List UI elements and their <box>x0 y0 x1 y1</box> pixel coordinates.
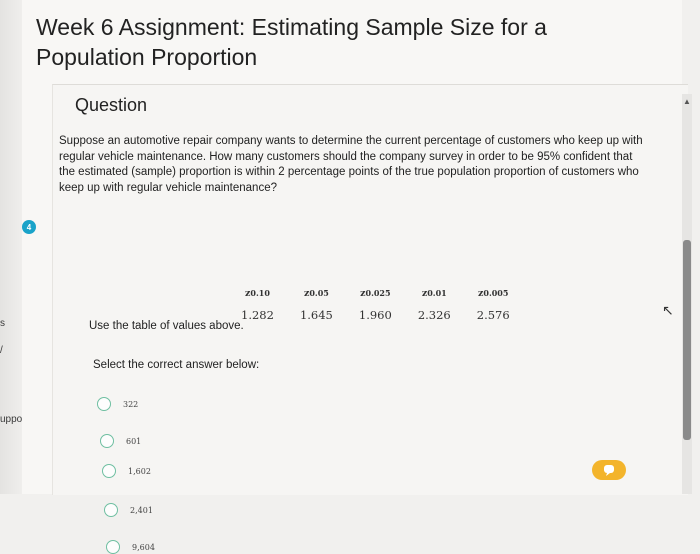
scroll-up-icon[interactable]: ▲ <box>683 98 691 106</box>
chat-icon <box>604 465 614 476</box>
radio-button[interactable] <box>97 397 111 411</box>
answer-option-label: 601 <box>126 436 142 446</box>
radio-button[interactable] <box>100 434 114 448</box>
z-header: z0.10 <box>245 288 270 299</box>
radio-button[interactable] <box>102 464 116 478</box>
answer-option[interactable]: 9,604 <box>106 540 155 554</box>
scrollbar-thumb[interactable] <box>683 240 691 440</box>
radio-button[interactable] <box>104 503 118 517</box>
answer-option[interactable]: 601 <box>100 434 141 448</box>
table-note: Use the table of values above. <box>89 320 244 332</box>
question-text: Suppose an automotive repair company wan… <box>59 135 643 194</box>
answer-option[interactable]: 1,602 <box>102 464 151 478</box>
answer-option-label: 2,401 <box>130 505 153 515</box>
assignment-page: Week 6 Assignment: Estimating Sample Siz… <box>22 0 688 554</box>
answer-option[interactable]: 2,401 <box>104 503 153 517</box>
answer-option-label: 9,604 <box>132 542 155 552</box>
z-value: 1.960 <box>358 308 392 322</box>
z-value: 2.576 <box>476 308 510 322</box>
z-value-table: z0.10 z0.05 z0.025 z0.01 z0.005 1.282 1.… <box>228 285 523 325</box>
z-table-value-row: 1.282 1.645 1.960 2.326 2.576 <box>228 305 523 325</box>
sidebar-fragment[interactable]: s <box>0 318 5 329</box>
z-value: 1.645 <box>299 308 333 322</box>
sidebar-fragment[interactable]: / <box>0 345 3 356</box>
select-answer-label: Select the correct answer below: <box>93 359 260 371</box>
z-header: z0.025 <box>360 288 391 299</box>
z-header: z0.01 <box>421 288 447 299</box>
z-header: z0.05 <box>303 288 329 299</box>
chat-help-button[interactable] <box>592 460 626 480</box>
answer-option-label: 1,602 <box>128 466 151 476</box>
radio-button[interactable] <box>106 540 120 554</box>
question-heading: Question <box>75 95 148 115</box>
z-header: z0.005 <box>477 288 509 299</box>
question-number-badge[interactable]: 4 <box>22 220 36 234</box>
z-table-header-row: z0.10 z0.05 z0.025 z0.01 z0.005 <box>228 285 523 305</box>
answer-option[interactable]: 322 <box>97 397 138 411</box>
z-value: 2.326 <box>417 308 451 322</box>
mouse-cursor-icon: ↖ <box>662 302 674 318</box>
left-sidebar-edge: s / upport <box>0 0 28 494</box>
page-title: Week 6 Assignment: Estimating Sample Siz… <box>36 14 547 70</box>
answer-option-label: 322 <box>123 399 139 409</box>
question-panel: Question Suppose an automotive repair co… <box>52 84 688 554</box>
